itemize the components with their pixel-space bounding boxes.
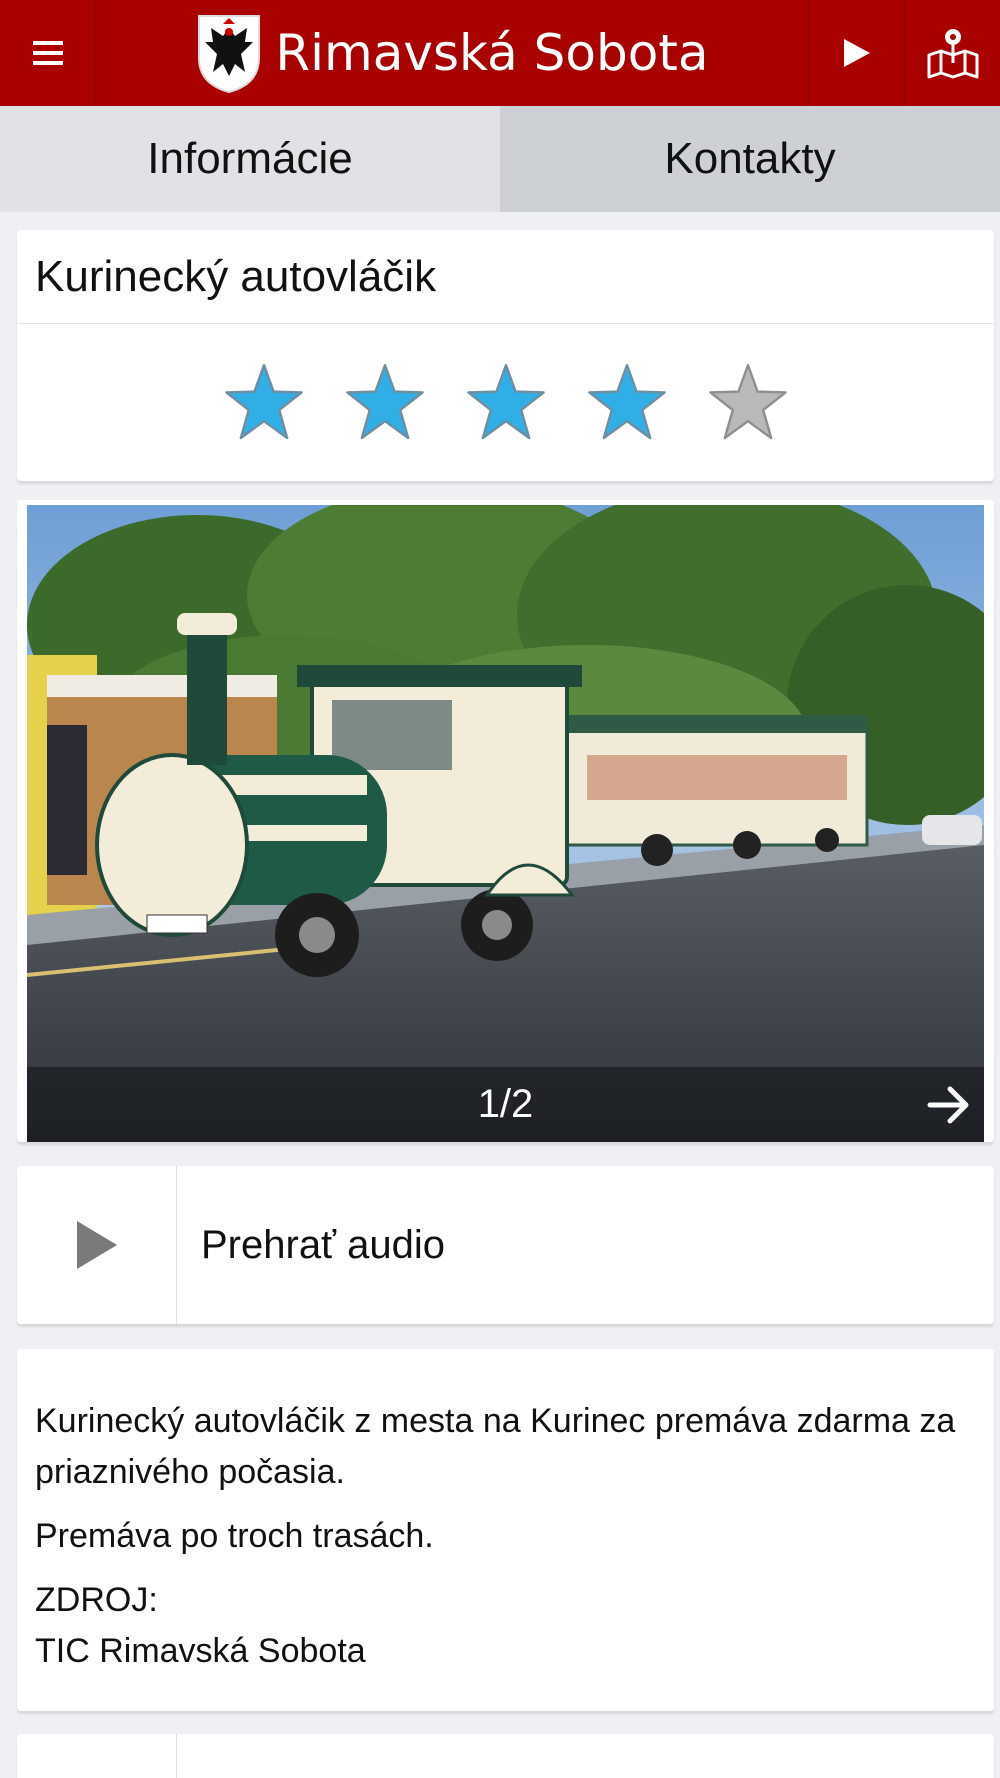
photo-gallery: 1/2 — [17, 500, 994, 1142]
star-filled-icon[interactable] — [587, 362, 667, 442]
arrow-right-icon[interactable] — [924, 1080, 974, 1130]
tab-kontakty[interactable]: Kontakty — [500, 106, 1000, 212]
tab-bar: Informácie Kontakty — [0, 106, 1000, 212]
star-filled-icon[interactable] — [345, 362, 425, 442]
header-play-button[interactable] — [808, 0, 904, 106]
source-block: ZDROJ: TIC Rimavská Sobota — [35, 1575, 976, 1677]
star-rating[interactable] — [17, 324, 994, 479]
star-empty-icon[interactable] — [708, 362, 788, 442]
app-header: Rimavská Sobota — [0, 0, 1000, 106]
play-icon — [843, 39, 870, 67]
gallery-photo[interactable]: 1/2 — [27, 505, 984, 1142]
next-card-icon-cell[interactable] — [17, 1734, 177, 1778]
description-card: Kurinecký autovláčik z mesta na Kurinec … — [17, 1349, 994, 1711]
audio-card: Prehrať audio — [17, 1166, 994, 1324]
audio-label[interactable]: Prehrať audio — [177, 1166, 994, 1324]
description-paragraph: Premáva po troch trasách. — [35, 1517, 434, 1555]
play-icon — [76, 1221, 117, 1269]
attraction-title: Kurinecký autovláčik — [17, 230, 994, 324]
audio-play-button[interactable] — [17, 1166, 177, 1324]
gallery-counter-bar: 1/2 — [27, 1067, 984, 1142]
map-pin-icon — [927, 29, 978, 79]
map-button[interactable] — [904, 0, 1000, 106]
attraction-card: Kurinecký autovláčik — [17, 230, 994, 481]
source-value: TIC Rimavská Sobota — [35, 1632, 366, 1670]
star-filled-icon[interactable] — [224, 362, 304, 442]
tab-informacie[interactable]: Informácie — [0, 106, 500, 212]
app-title: Rimavská Sobota — [275, 24, 709, 82]
star-filled-icon[interactable] — [466, 362, 546, 442]
hamburger-menu-icon — [32, 41, 63, 65]
coat-of-arms-logo — [198, 15, 261, 94]
menu-button[interactable] — [0, 0, 96, 106]
gallery-counter: 1/2 — [477, 1082, 534, 1126]
source-label: ZDROJ: — [35, 1581, 158, 1619]
train-photo — [27, 505, 984, 1142]
brand: Rimavská Sobota — [96, 0, 808, 106]
description-paragraph: Kurinecký autovláčik z mesta na Kurinec … — [35, 1402, 956, 1491]
next-card — [17, 1734, 994, 1778]
